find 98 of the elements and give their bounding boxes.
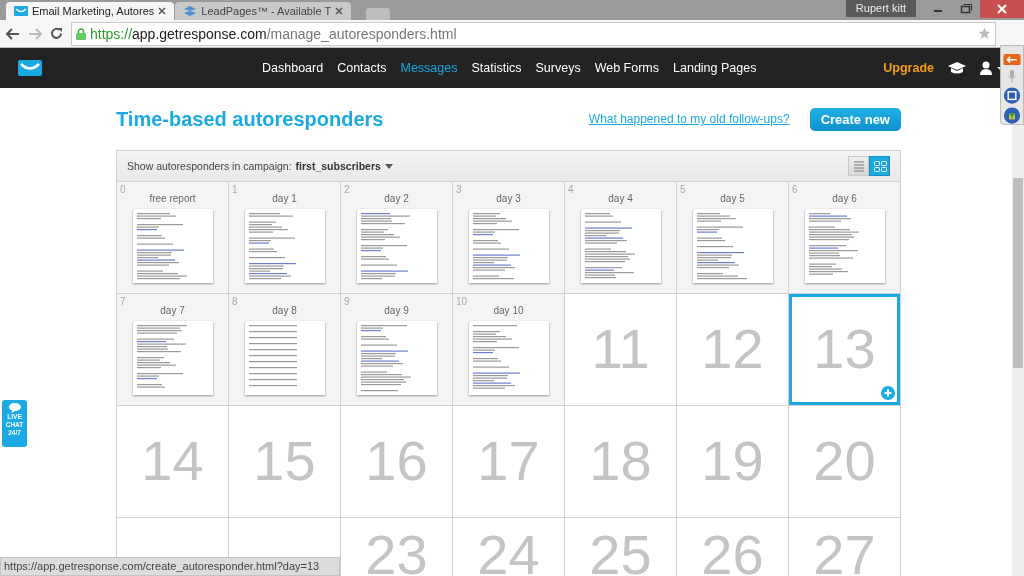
link-preview-tooltip: https://app.getresponse.com/create_autoresponder.html?day=13 xyxy=(0,557,340,576)
calendar-cell[interactable]: 4 day 4 xyxy=(565,182,676,293)
message-title: day 3 xyxy=(496,193,521,204)
day-number: 27 xyxy=(813,522,876,576)
day-number: 10 xyxy=(456,296,468,307)
day-number: 0 xyxy=(120,184,126,195)
lock-icon xyxy=(76,27,86,40)
calendar-cell[interactable]: 9 day 9 xyxy=(341,294,452,405)
user-name: Rupert kitt xyxy=(845,0,916,17)
document-thumbnail[interactable] xyxy=(244,209,325,283)
document-thumbnail[interactable] xyxy=(468,209,549,283)
document-thumbnail[interactable] xyxy=(692,209,773,283)
nav-link[interactable]: Messages xyxy=(400,61,458,75)
browser-tab[interactable]: Email Marketing, Autores xyxy=(6,2,175,20)
calendar-cell[interactable]: 10 day 10 xyxy=(453,294,564,405)
day-number: 12 xyxy=(701,316,764,381)
new-tab-button[interactable] xyxy=(366,8,391,20)
scrollbar-thumb[interactable] xyxy=(1013,178,1023,368)
nav-link[interactable]: Contacts xyxy=(337,61,387,75)
day-number: 20 xyxy=(813,428,876,493)
calendar-cell[interactable]: 8 day 8 xyxy=(229,294,340,405)
campaign-dropdown[interactable]: first_subscribers xyxy=(295,160,393,172)
message-title: day 10 xyxy=(493,305,524,316)
day-number: 5 xyxy=(680,184,686,195)
document-thumbnail[interactable] xyxy=(132,321,213,395)
document-thumbnail[interactable] xyxy=(580,209,661,283)
calendar-cell[interactable]: 3 day 3 xyxy=(453,182,564,293)
grid-icon xyxy=(871,158,888,174)
graduation-cap-icon[interactable] xyxy=(948,61,966,75)
back-icon[interactable] xyxy=(6,27,20,40)
page-title: Time-based autoresponders xyxy=(116,107,385,131)
message-title: free report xyxy=(149,193,196,204)
day-number: 26 xyxy=(701,522,764,576)
browser-tab[interactable]: LeadPages™ - Available T xyxy=(175,2,352,20)
message-title: day 2 xyxy=(384,193,409,204)
calendar-cell[interactable]: 7 day 7 xyxy=(117,294,228,405)
caret-icon xyxy=(384,163,393,169)
reload-icon[interactable] xyxy=(50,27,63,40)
nav-link[interactable]: Dashboard xyxy=(262,61,324,75)
grid-view-button[interactable] xyxy=(869,156,890,176)
window-icon[interactable] xyxy=(1003,86,1021,104)
document-thumbnail[interactable] xyxy=(244,321,325,395)
upgrade-link[interactable]: Upgrade xyxy=(883,61,934,75)
document-thumbnail[interactable] xyxy=(356,209,437,283)
document-thumbnail[interactable] xyxy=(468,321,549,395)
day-number: 1 xyxy=(232,184,238,195)
create-new-button[interactable]: Create new xyxy=(809,107,901,131)
document-thumbnail[interactable] xyxy=(356,321,437,395)
day-number: 15 xyxy=(253,428,316,493)
message-title: day 7 xyxy=(160,305,185,316)
calendar-cell[interactable]: 2 day 2 xyxy=(341,182,452,293)
day-number: 23 xyxy=(365,522,428,576)
forward-icon[interactable] xyxy=(28,27,42,40)
calendar-cell[interactable]: 5 day 5 xyxy=(677,182,788,293)
plus-icon[interactable] xyxy=(881,386,895,400)
star-icon[interactable] xyxy=(978,27,991,40)
day-number: 11 xyxy=(591,316,650,381)
day-number: 7 xyxy=(120,296,126,307)
day-number: 17 xyxy=(477,428,540,493)
calendar-cell[interactable]: 0 free report xyxy=(117,182,228,293)
document-thumbnail[interactable] xyxy=(804,209,885,283)
document-thumbnail[interactable] xyxy=(132,209,213,283)
message-title: day 9 xyxy=(384,305,409,316)
day-number: 4 xyxy=(568,184,574,195)
message-title: day 4 xyxy=(608,193,633,204)
close-icon[interactable] xyxy=(335,7,344,15)
day-number: 19 xyxy=(701,428,764,493)
envelope-icon xyxy=(14,6,28,16)
message-title: day 5 xyxy=(720,193,745,204)
calendar-cell[interactable]: 1 day 1 xyxy=(229,182,340,293)
nav-link[interactable]: Landing Pages xyxy=(673,61,757,75)
day-number: 25 xyxy=(589,522,652,576)
message-title: day 1 xyxy=(272,193,297,204)
day-number: 8 xyxy=(232,296,238,307)
list-view-button[interactable] xyxy=(848,156,869,176)
day-number: 6 xyxy=(792,184,798,195)
day-number: 2 xyxy=(344,184,350,195)
nav-link[interactable]: Statistics xyxy=(471,61,522,75)
day-number: 24 xyxy=(477,522,540,576)
day-number: 14 xyxy=(141,428,204,493)
speech-bubble-icon xyxy=(8,403,21,413)
day-number: 3 xyxy=(456,184,462,195)
nav-link[interactable]: Surveys xyxy=(535,61,581,75)
address-field[interactable]: https://app.getresponse.com/manage_autoresponders.html xyxy=(71,21,996,46)
message-title: day 8 xyxy=(272,305,297,316)
day-number: 18 xyxy=(589,428,652,493)
message-title: day 6 xyxy=(832,193,857,204)
day-number: 16 xyxy=(365,428,428,493)
close-icon xyxy=(997,4,1007,14)
day-number: 9 xyxy=(344,296,350,307)
close-icon[interactable] xyxy=(158,7,167,15)
calendar-cell[interactable]: 6 day 6 xyxy=(789,182,900,293)
campaign-label: Show autoresponders in campaign: xyxy=(127,160,292,172)
envelope-logo-icon[interactable] xyxy=(18,60,42,76)
arrows-icon xyxy=(183,6,198,16)
close-window-button[interactable] xyxy=(980,0,1024,18)
day-number: 13 xyxy=(813,316,876,381)
nav-link[interactable]: Web Forms xyxy=(594,61,660,75)
